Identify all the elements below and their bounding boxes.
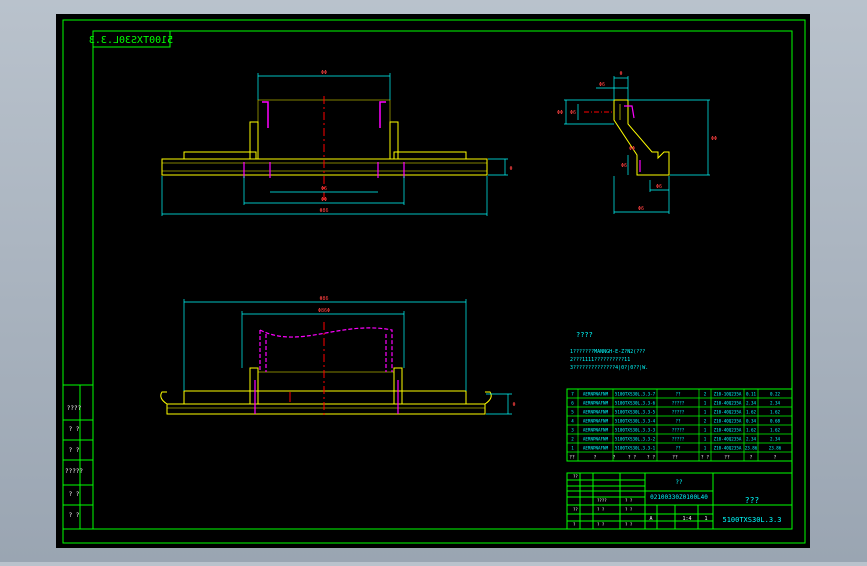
dim-bottom-top-1: Φ86: [319, 296, 328, 302]
parts-cell: ?????: [672, 437, 685, 442]
dim-height-right: Φ: [509, 166, 512, 172]
parts-cell: 2.34: [770, 401, 781, 406]
left-label-1: ????: [67, 405, 82, 412]
parts-cell: Z10-40Q235A: [714, 437, 742, 442]
tb-label-6: ? ?: [625, 507, 633, 512]
parts-cell: Z10-40Q235A: [714, 446, 742, 451]
drawing-canvas[interactable]: 5100TXS30L.3.3 ???? ? ? ? ? ????? ? ? ? …: [0, 0, 867, 562]
left-label-2: ? ?: [69, 426, 80, 433]
parts-cell: AERNPNAFNM: [583, 437, 609, 442]
drawing-scale: 1:4: [682, 516, 691, 522]
parts-cell: AERNPNAFNM: [583, 446, 609, 451]
parts-list-table: 7 AERNPNAFNM 5100TXS30L.3.3-7?? 2 Z10-10Q235…: [566, 388, 793, 462]
tb-label-3: ? ?: [625, 498, 633, 503]
parts-cell: ?????: [672, 401, 685, 406]
detail-dim-5: ΦΦ: [711, 136, 717, 142]
detail-dim-4: Φ6: [570, 110, 576, 116]
parts-header-cell: ?: [774, 455, 777, 461]
dim-top-width: ΦΦ: [321, 70, 327, 76]
parts-header-cell: ??: [724, 455, 730, 461]
parts-cell: Z10-40Q235A: [714, 419, 742, 424]
parts-cell: 23.86: [745, 446, 758, 451]
tb-label-9: ? ?: [625, 522, 633, 527]
revision-mark: A: [649, 516, 652, 522]
tb-label-4: ??: [573, 507, 578, 512]
parts-header-cell: ? ?: [628, 455, 636, 461]
drawing-number: 5100TXS30L.3.3: [722, 516, 781, 524]
parts-header-cell: ? ?: [647, 455, 655, 461]
parts-header-cell: ??: [672, 455, 678, 461]
paper-background: [56, 14, 810, 548]
parts-cell: 5100TXS30L.3.3-2: [615, 437, 656, 442]
parts-cell: 23.86: [769, 446, 782, 451]
detail-dim-6: Φ6: [638, 206, 644, 212]
cad-viewport[interactable]: 5100TXS30L.3.3 ???? ? ? ? ? ????? ? ? ? …: [0, 0, 867, 562]
parts-cell: Z10-10Q235A: [714, 392, 742, 397]
parts-header-cell: ?: [750, 455, 753, 461]
parts-cell: Z10-40Q235A: [714, 401, 742, 406]
parts-cell: ?????: [672, 428, 685, 433]
dim-bottom-1: Φ6: [321, 186, 327, 192]
stamp-text: 5100TXS30L.3.3: [89, 35, 173, 46]
drawing-code: 02100330Z0100L40: [650, 494, 708, 501]
parts-header-cell: ?: [613, 455, 616, 461]
sheet-number: 1: [704, 516, 707, 522]
parts-cell: 1.62: [770, 428, 781, 433]
tb-label-8: ? ?: [597, 522, 605, 527]
parts-cell: AERNPNAFNM: [583, 392, 609, 397]
parts-cell: 5100TXS30L.3.3-6: [615, 401, 656, 406]
parts-cell: 1.62: [746, 428, 757, 433]
parts-cell: 2.34: [770, 437, 781, 442]
parts-cell: 5100TXS30L.3.3-7: [615, 392, 656, 397]
parts-header-cell: ? ?: [701, 455, 709, 461]
tb-label-2: ????: [597, 498, 607, 503]
parts-cell: AERNPNAFNM: [583, 419, 609, 424]
left-label-3: ? ?: [69, 447, 80, 454]
parts-cell: 5100TXS30L.3.3-5: [615, 410, 656, 415]
parts-cell: ?????: [672, 410, 685, 415]
notes-line-2: 2???1111??????????11: [570, 357, 630, 363]
parts-cell: 0.11: [746, 392, 757, 397]
tb-label-5: ? ?: [597, 507, 605, 512]
parts-cell: 2.34: [746, 437, 757, 442]
detail-dim-8: Φ6: [621, 163, 627, 169]
parts-cell: AERNPNAFNM: [583, 428, 609, 433]
notes-line-1: 1???????MANNGH-E-Z?N2(???: [570, 349, 645, 355]
parts-cell: ??: [675, 419, 681, 424]
detail-dim-9: ΦΦ: [629, 146, 635, 152]
notes-title: ????: [576, 331, 593, 339]
notes-line-3: 3??????????????4|0?|0??|W.: [570, 365, 648, 371]
parts-cell: Z10-40Q235A: [714, 410, 742, 415]
dim-bottom-2: ΦΦ: [321, 197, 327, 203]
parts-cell: 5100TXS30L.3.3-4: [615, 419, 656, 424]
parts-cell: Z10-40Q235A: [714, 428, 742, 433]
parts-cell: ??: [675, 446, 681, 451]
parts-header-cell: ??: [569, 455, 575, 461]
detail-dim-7: Φ6: [656, 184, 662, 190]
left-label-6: ? ?: [69, 512, 80, 519]
parts-header-cell: ?: [594, 455, 597, 461]
left-label-5: ? ?: [69, 491, 80, 498]
parts-cell: 0.22: [770, 392, 781, 397]
parts-cell: 2.34: [746, 401, 757, 406]
dim-bottom-3: Φ86: [319, 208, 328, 214]
left-label-4: ?????: [65, 468, 83, 475]
dim-bottom-height: Φ: [512, 402, 515, 408]
detail-dim-1: Φ: [619, 71, 622, 77]
parts-cell: 0.34: [746, 419, 757, 424]
parts-cell: 5100TXS30L.3.3-1: [615, 446, 656, 451]
parts-cell: 1.62: [746, 410, 757, 415]
parts-cell: AERNPNAFNM: [583, 410, 609, 415]
parts-cell: 1.62: [770, 410, 781, 415]
parts-cell: 0.68: [770, 419, 781, 424]
detail-dim-2: Φ6: [599, 82, 605, 88]
parts-cell: ??: [675, 392, 681, 397]
dim-bottom-top-2: Φ86Φ: [318, 308, 330, 314]
detail-dim-3: ΦΦ: [557, 110, 563, 116]
tb-label-1: ??: [573, 474, 578, 479]
parts-cell: 5100TXS30L.3.3-3: [615, 428, 656, 433]
company-name: ??: [675, 479, 683, 486]
drawing-title: ???: [745, 496, 760, 505]
parts-cell: AERNPNAFNM: [583, 401, 609, 406]
